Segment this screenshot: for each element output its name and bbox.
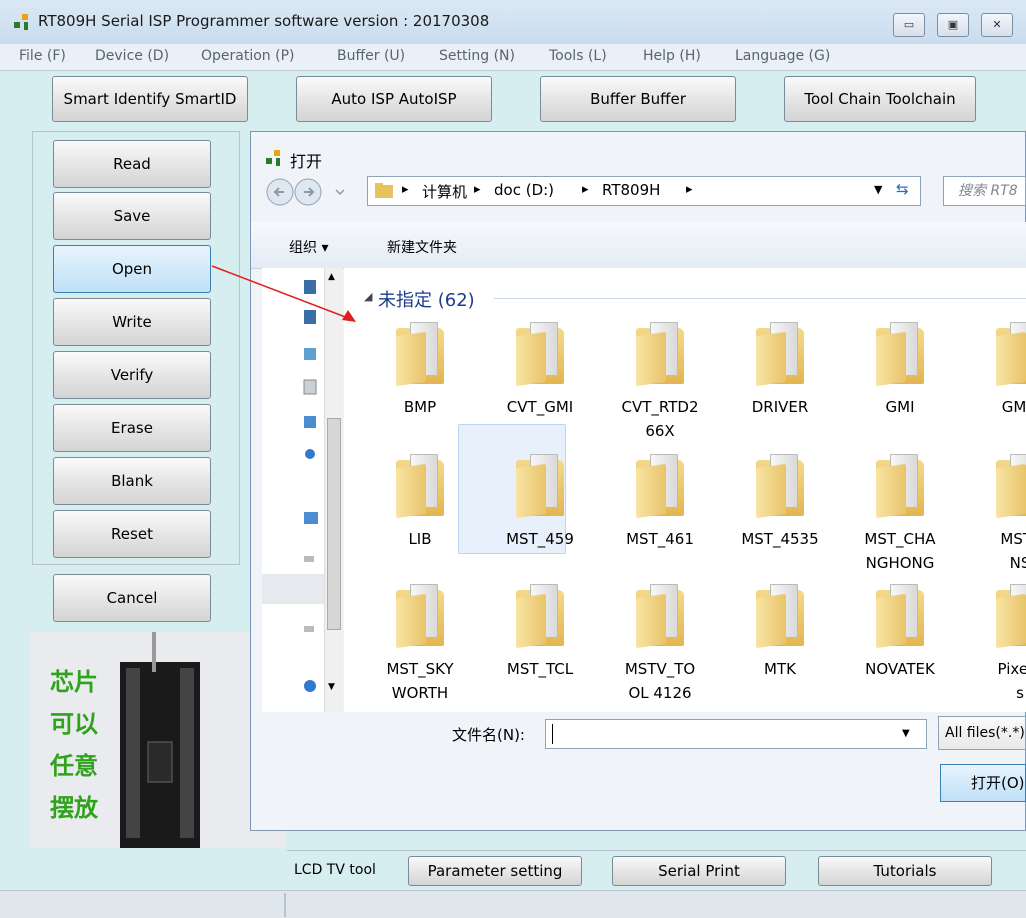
- text-cursor: [552, 724, 553, 744]
- folder-icon[interactable]: [396, 584, 444, 649]
- status-divider: [284, 893, 286, 917]
- folder-icon[interactable]: [636, 584, 684, 649]
- folder-icon[interactable]: [516, 584, 564, 649]
- folder-icon[interactable]: [876, 322, 924, 387]
- filename-dropdown-icon[interactable]: ▼: [902, 728, 910, 739]
- folder-label[interactable]: MST_TCL: [480, 657, 600, 681]
- dialog-open-button[interactable]: 打开(O): [940, 764, 1026, 802]
- filename-input[interactable]: ▼: [545, 719, 927, 749]
- parameter-setting-button[interactable]: Parameter setting: [408, 856, 582, 886]
- folder-label-line2[interactable]: NS: [960, 551, 1026, 575]
- folder-label[interactable]: NOVATEK: [840, 657, 960, 681]
- folder-icon[interactable]: [396, 454, 444, 519]
- folder-label[interactable]: CVT_GMI: [480, 395, 600, 419]
- folder-label[interactable]: BMP: [360, 395, 480, 419]
- annotation-arrow: [211, 265, 356, 322]
- folder-label-line2[interactable]: NGHONG: [840, 551, 960, 575]
- folder-icon[interactable]: [396, 322, 444, 387]
- folder-label[interactable]: MSTV_TO: [600, 657, 720, 681]
- folder-label-line2[interactable]: WORTH: [360, 681, 480, 705]
- folder-icon[interactable]: [996, 584, 1026, 649]
- folder-icon[interactable]: [636, 322, 684, 387]
- filename-label: 文件名(N):: [452, 726, 525, 744]
- folder-label[interactable]: GMI_: [960, 395, 1026, 419]
- status-bar: [0, 890, 1026, 918]
- photo-caption-line3: 任意: [50, 752, 98, 780]
- folder-grid: BMPCVT_GMICVT_RTD266XDRIVERGMIGMI_LIBMST…: [0, 0, 1026, 712]
- lcd-tv-tool-label: LCD TV tool: [294, 862, 376, 878]
- folder-icon[interactable]: [516, 454, 564, 519]
- folder-label[interactable]: MTK: [720, 657, 840, 681]
- folder-icon[interactable]: [876, 454, 924, 519]
- folder-icon[interactable]: [636, 454, 684, 519]
- folder-icon[interactable]: [996, 454, 1026, 519]
- folder-label-line2[interactable]: OL 4126: [600, 681, 720, 705]
- folder-label[interactable]: GMI: [840, 395, 960, 419]
- tutorials-button[interactable]: Tutorials: [818, 856, 992, 886]
- folder-icon[interactable]: [756, 584, 804, 649]
- folder-icon[interactable]: [756, 454, 804, 519]
- folder-label[interactable]: MST_CHA: [840, 527, 960, 551]
- filetype-select[interactable]: All files(*.*): [938, 716, 1026, 750]
- folder-label[interactable]: MST_459: [480, 527, 600, 551]
- folder-icon[interactable]: [756, 322, 804, 387]
- folder-label[interactable]: MST_SKY: [360, 657, 480, 681]
- folder-label[interactable]: PixelV: [960, 657, 1026, 681]
- folder-label[interactable]: CVT_RTD2: [600, 395, 720, 419]
- serial-print-button[interactable]: Serial Print: [612, 856, 786, 886]
- folder-label[interactable]: DRIVER: [720, 395, 840, 419]
- folder-label[interactable]: MST_461: [600, 527, 720, 551]
- folder-label-line2[interactable]: s: [960, 681, 1026, 705]
- folder-icon[interactable]: [516, 322, 564, 387]
- photo-caption-line4: 摆放: [50, 794, 98, 822]
- folder-icon[interactable]: [876, 584, 924, 649]
- folder-label[interactable]: MST_4535: [720, 527, 840, 551]
- folder-label-line2[interactable]: 66X: [600, 419, 720, 443]
- folder-icon[interactable]: [996, 322, 1026, 387]
- folder-label[interactable]: MST_: [960, 527, 1026, 551]
